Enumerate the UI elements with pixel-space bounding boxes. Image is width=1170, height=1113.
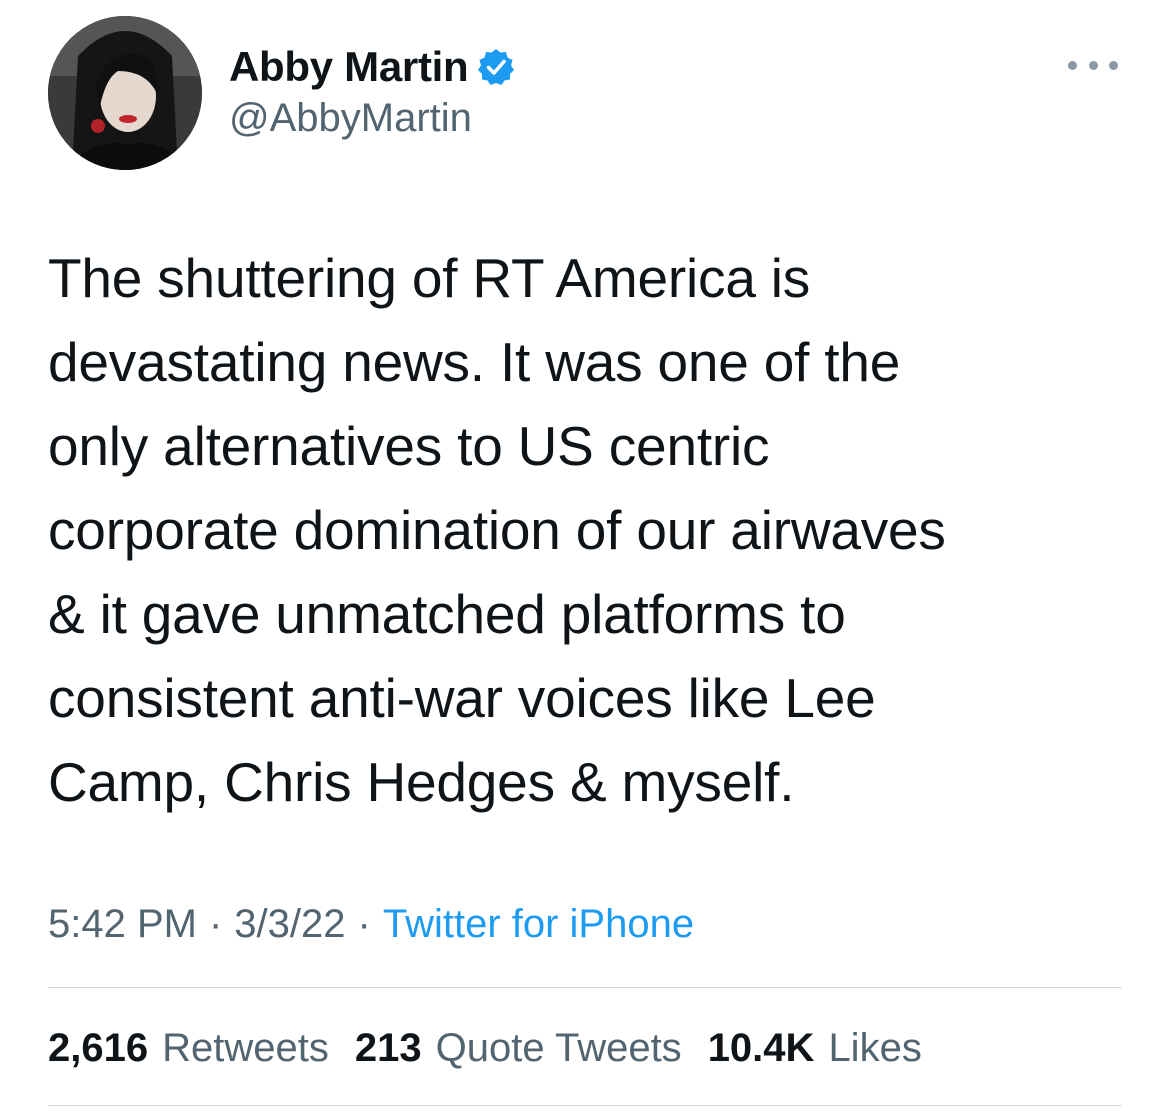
verified-badge-icon	[476, 47, 516, 87]
likes-label: Likes	[828, 1025, 922, 1070]
more-dot	[1068, 60, 1077, 70]
author-name-row[interactable]: Abby Martin	[229, 40, 516, 94]
more-options-icon[interactable]	[1068, 50, 1118, 80]
tweet-text: The shuttering of RT America is devastat…	[48, 247, 946, 813]
retweets-label: Retweets	[162, 1025, 329, 1070]
avatar-photo-icon	[48, 16, 202, 170]
meta-separator: ·	[208, 901, 223, 946]
tweet-card: Abby Martin @AbbyMartin The shuttering o…	[0, 0, 1170, 1113]
retweets-count: 2,616	[48, 1025, 149, 1070]
quote-tweets-count: 213	[354, 1025, 422, 1070]
quote-tweets-stat[interactable]: 213 Quote Tweets	[355, 1026, 682, 1071]
likes-count: 10.4K	[707, 1025, 815, 1070]
divider	[48, 1105, 1122, 1106]
avatar[interactable]	[48, 16, 202, 170]
author-handle[interactable]: @AbbyMartin	[229, 96, 472, 141]
display-name[interactable]: Abby Martin	[229, 43, 469, 91]
divider	[48, 987, 1122, 988]
tweet-source-link[interactable]: Twitter for iPhone	[383, 902, 694, 947]
retweets-stat[interactable]: 2,616 Retweets	[48, 1026, 329, 1071]
tweet-date[interactable]: 3/3/22	[234, 902, 345, 947]
tweet-meta: 5:42 PM · 3/3/22 · Twitter for iPhone	[48, 896, 694, 952]
tweet-time[interactable]: 5:42 PM	[48, 902, 197, 947]
quote-tweets-label: Quote Tweets	[435, 1025, 682, 1070]
more-dot	[1109, 60, 1118, 70]
more-dot	[1088, 60, 1098, 70]
tweet-stats: 2,616 Retweets 213 Quote Tweets 10.4K Li…	[48, 1020, 948, 1076]
likes-stat[interactable]: 10.4K Likes	[708, 1026, 922, 1071]
meta-separator: ·	[357, 901, 371, 946]
